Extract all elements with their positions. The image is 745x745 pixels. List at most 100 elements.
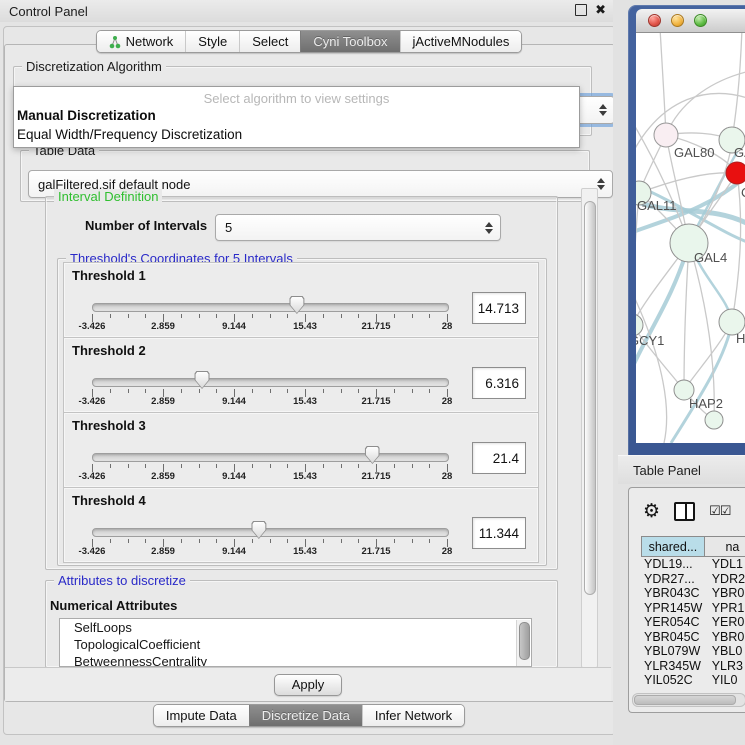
threshold-row-1: Threshold 1-3.4262.8599.14415.4321.71528… (63, 262, 539, 338)
hscroll-thumb[interactable] (634, 695, 736, 705)
table-horizontal-scrollbar[interactable] (632, 693, 745, 707)
table-row[interactable]: YER054CYER0 (641, 615, 745, 630)
table-cell: YPR1 (704, 601, 745, 616)
tab-style[interactable]: Style (185, 31, 239, 52)
bottom-node[interactable] (705, 411, 723, 429)
tab-select[interactable]: Select (239, 31, 300, 52)
table-cell: YBR045C (641, 630, 704, 645)
network-edge[interactable] (684, 243, 689, 390)
gear-icon[interactable]: ⚙ (643, 502, 660, 521)
threshold-slider-track[interactable] (92, 303, 449, 312)
network-icon (109, 35, 121, 49)
selected-red-node[interactable] (726, 162, 745, 184)
tab-impute-data[interactable]: Impute Data (154, 705, 249, 726)
node-label-h: H (736, 331, 745, 346)
threshold-row-2: Threshold 2-3.4262.8599.14415.4321.71528… (63, 337, 539, 413)
slider-tick-labels: -3.4262.8599.14415.4321.71528 (92, 546, 447, 558)
table-cell: YLR3 (704, 659, 745, 674)
table-row[interactable]: YDL19...YDL1 (641, 557, 745, 572)
algorithm-option-manual[interactable]: Manual Discretization (14, 106, 579, 125)
table-cell: YDR27... (641, 572, 704, 587)
network-edge[interactable] (636, 243, 689, 373)
close-panel-icon[interactable]: ✖ (595, 4, 606, 16)
node-label-gal11: GAL11 (637, 198, 677, 213)
tab-discretize-data[interactable]: Discretize Data (249, 705, 362, 726)
network-window-titlebar (636, 9, 745, 33)
combo-stepper-icon (597, 178, 605, 190)
threshold-slider-track[interactable] (92, 378, 449, 387)
zoom-window-icon[interactable] (694, 14, 707, 27)
apply-bar: Apply (5, 667, 611, 701)
table-cell: YER054C (641, 615, 704, 630)
table-panel-toolbar: ⚙ ☑☑ (629, 488, 745, 534)
control-panel: Control Panel ✖ NetworkStyleSelectCyni T… (0, 0, 618, 745)
control-panel-title: Control Panel (0, 4, 88, 19)
network-edge[interactable] (732, 33, 742, 140)
attributes-list-scrollbar[interactable] (516, 620, 530, 666)
node-label-c: C (741, 185, 745, 200)
network-view-window[interactable]: GAL80GACGAL11GAL4GCY1HHAP2 (628, 5, 745, 455)
column-header-1[interactable]: na (704, 536, 745, 557)
attribute-list-item[interactable]: BetweennessCentrality (60, 653, 531, 667)
table-row[interactable]: YPR145WYPR1 (641, 601, 745, 616)
table-row[interactable]: YIL052CYIL0 (641, 673, 745, 688)
discretization-algorithm-group-title: Discretization Algorithm (22, 59, 166, 74)
threshold-row-4: Threshold 4 -3.4262.8599.14415.4321.71528… (63, 487, 539, 563)
network-edge[interactable] (660, 33, 666, 135)
attribute-list-item[interactable]: TopologicalCoefficient (60, 636, 531, 653)
table-cell: YBR043C (641, 586, 704, 601)
node-label-ga: GA (734, 145, 745, 160)
threshold-value-field[interactable]: 11.344 (472, 517, 526, 549)
apply-button[interactable]: Apply (274, 674, 342, 696)
table-cell: YDR2 (704, 572, 745, 587)
network-edge[interactable] (639, 173, 737, 193)
float-window-icon[interactable] (575, 4, 587, 16)
scrollbar-thumb[interactable] (584, 201, 596, 595)
network-edge[interactable] (732, 173, 741, 322)
attribute-list-item[interactable]: SelfLoops (60, 619, 531, 636)
main-vertical-scrollbar[interactable] (581, 188, 598, 668)
table-row[interactable]: YBR043CYBR0 (641, 586, 745, 601)
node-label-gal4: GAL4 (694, 250, 727, 265)
numerical-attributes-list[interactable]: SelfLoopsTopologicalCoefficientBetweenne… (59, 618, 532, 667)
slider-tick-labels: -3.4262.8599.14415.4321.71528 (92, 396, 447, 408)
tab-network[interactable]: Network (97, 31, 186, 52)
tab-infer-network[interactable]: Infer Network (362, 705, 464, 726)
number-of-intervals-label: Number of Intervals (85, 218, 207, 233)
table-cell: YBR0 (704, 630, 745, 645)
algorithm-dropdown-popup: Select algorithm to view settings Manual… (13, 86, 580, 148)
algorithm-option-equal-width[interactable]: Equal Width/Frequency Discretization (14, 125, 579, 144)
column-checkboxes-icon[interactable]: ☑☑ (709, 503, 730, 519)
gal80-node[interactable] (654, 123, 678, 147)
threshold-value-field[interactable]: 14.713 (472, 292, 526, 324)
number-of-intervals-combo[interactable]: 5 (215, 214, 501, 241)
threshold-value-field[interactable]: 21.4 (472, 442, 526, 474)
table-row[interactable]: YLR345WYLR3 (641, 659, 745, 674)
table-cell: YIL052C (641, 673, 704, 688)
attribute-items: SelfLoopsTopologicalCoefficientBetweenne… (60, 619, 531, 667)
number-of-intervals-value: 5 (225, 220, 232, 235)
threshold-label: Threshold 4 (72, 493, 146, 508)
node-attribute-table[interactable]: shared...naYDL19...YDL1YDR27...YDR2YBR04… (641, 536, 745, 689)
numerical-attributes-label: Numerical Attributes (50, 598, 177, 613)
tab-jactivemnodules[interactable]: jActiveMNodules (400, 31, 522, 52)
threshold-value-field[interactable]: 6.316 (472, 367, 526, 399)
column-header-0[interactable]: shared... (641, 536, 704, 557)
screen: Control Panel ✖ NetworkStyleSelectCyni T… (0, 0, 745, 745)
tab-cyni-toolbox[interactable]: Cyni Toolbox (300, 31, 399, 52)
threshold-slider-track[interactable] (92, 528, 449, 537)
threshold-slider-track[interactable] (92, 453, 449, 462)
table-row[interactable]: YBL079WYBL0 (641, 644, 745, 659)
split-view-icon[interactable] (674, 502, 695, 521)
table-row[interactable]: YBR045CYBR0 (641, 630, 745, 645)
minimize-window-icon[interactable] (671, 14, 684, 27)
bottom-tab-bar: Impute DataDiscretize DataInfer Network (153, 704, 465, 727)
network-edge[interactable] (666, 71, 745, 135)
interval-definition-title: Interval Definition (54, 189, 162, 204)
combo-stepper-icon (485, 222, 493, 234)
table-row[interactable]: YDR27...YDR2 (641, 572, 745, 587)
node-label-gal80: GAL80 (674, 145, 714, 160)
close-window-icon[interactable] (648, 14, 661, 27)
network-canvas[interactable]: GAL80GACGAL11GAL4GCY1HHAP2 (636, 33, 745, 443)
node-label-gcy1: GCY1 (636, 333, 664, 348)
